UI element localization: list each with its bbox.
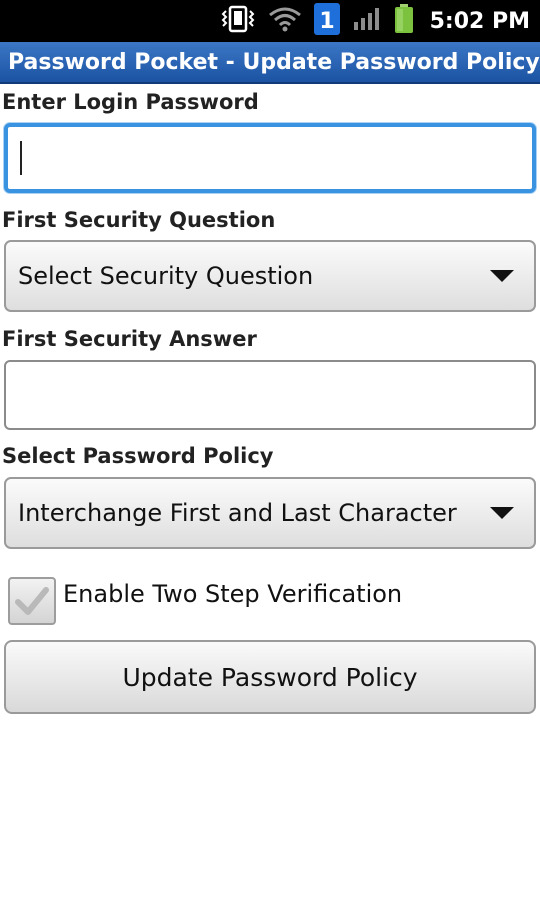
page-title: Password Pocket - Update Password Policy: [8, 49, 540, 75]
dropdown-arrow-icon: [490, 270, 514, 282]
first-security-question-value: Select Security Question: [18, 262, 314, 290]
password-policy-select[interactable]: Interchange First and Last Character: [4, 477, 536, 549]
password-policy-label: Select Password Policy: [2, 444, 274, 468]
first-security-answer-label: First Security Answer: [2, 327, 257, 351]
title-bar: Password Pocket - Update Password Policy: [0, 42, 540, 84]
status-bar: 1 5:02 PM: [0, 0, 540, 42]
wifi-icon: [268, 6, 302, 36]
two-step-checkbox[interactable]: [8, 577, 56, 625]
signal-icon: [352, 6, 382, 36]
two-step-label[interactable]: Enable Two Step Verification: [63, 580, 402, 608]
first-security-question-label: First Security Question: [2, 208, 276, 232]
first-security-answer-input[interactable]: [4, 360, 536, 430]
update-password-policy-button-label: Update Password Policy: [122, 662, 418, 692]
status-icons: 1 5:02 PM: [220, 0, 530, 42]
login-password-input[interactable]: [4, 123, 536, 193]
first-security-question-select[interactable]: Select Security Question: [4, 240, 536, 312]
password-policy-value: Interchange First and Last Character: [18, 499, 457, 527]
notification-badge-count: 1: [319, 9, 334, 34]
update-password-policy-button[interactable]: Update Password Policy: [4, 640, 536, 714]
vibrate-icon: [220, 5, 256, 37]
checkmark-icon: [15, 587, 49, 615]
battery-icon: [394, 4, 414, 38]
dropdown-arrow-icon: [490, 507, 514, 519]
text-cursor: [20, 141, 22, 175]
notification-badge-icon: 1: [313, 3, 340, 39]
status-time: 5:02 PM: [429, 8, 530, 34]
login-password-label: Enter Login Password: [2, 90, 259, 114]
